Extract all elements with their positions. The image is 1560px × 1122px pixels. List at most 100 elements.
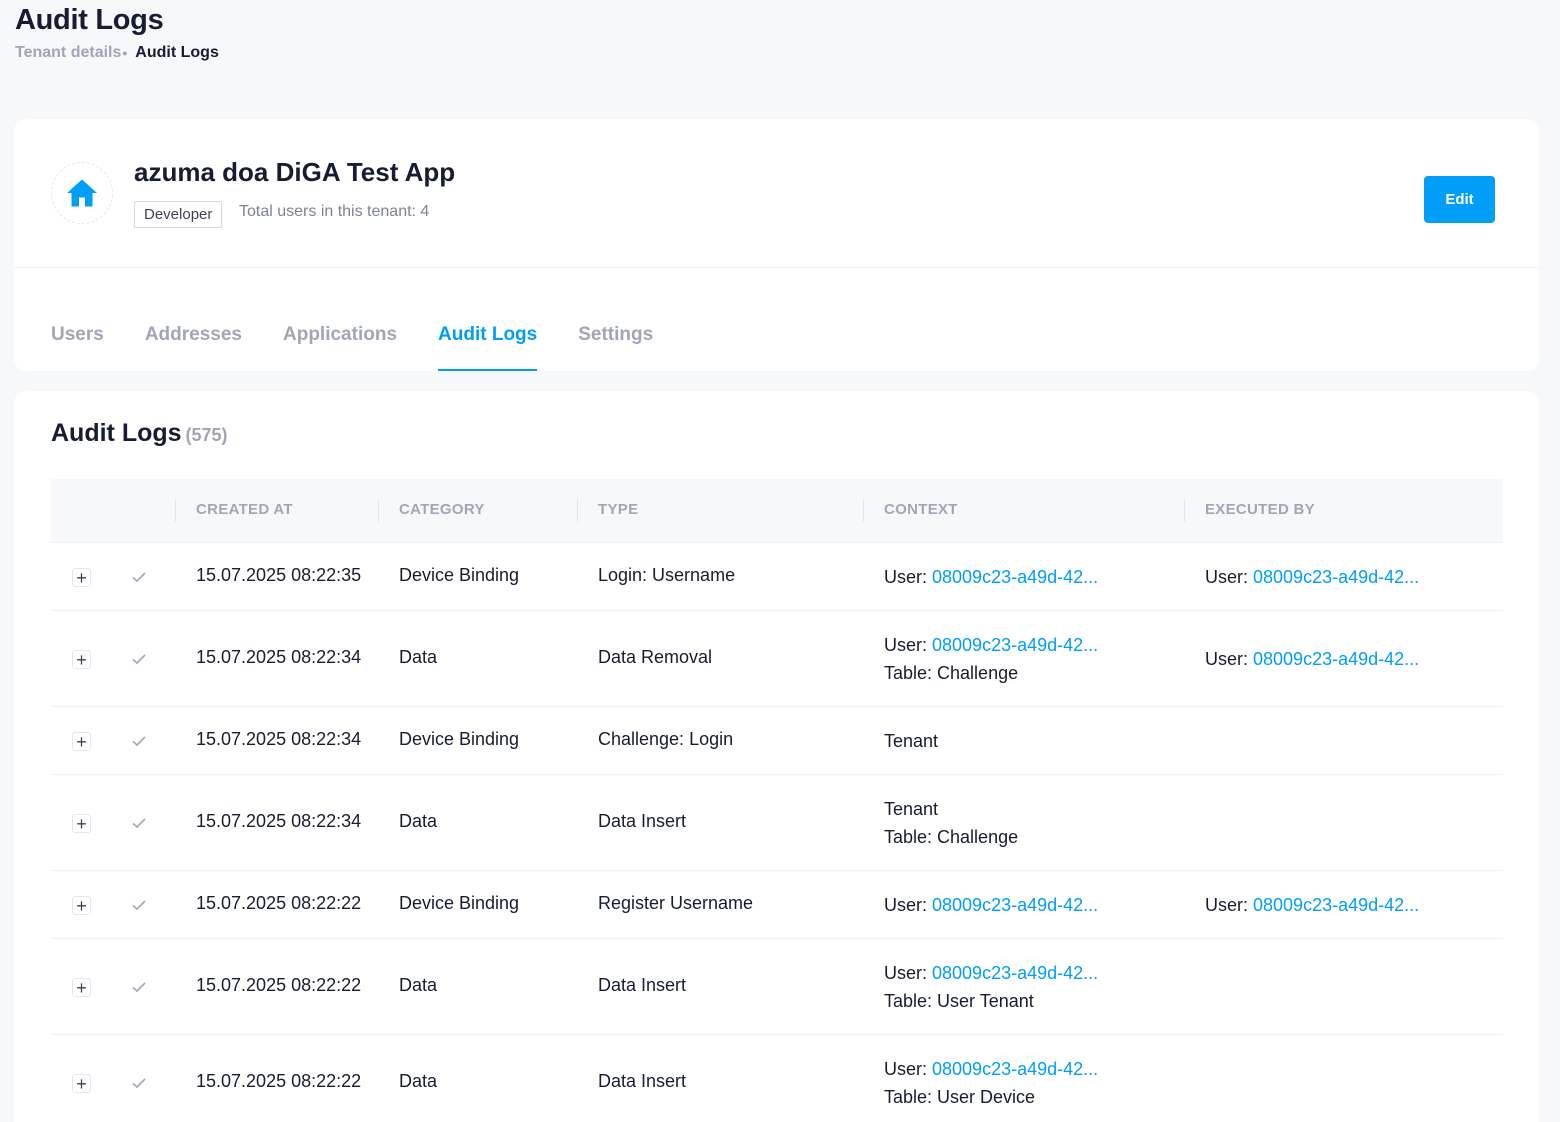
- cell-created-at: 15.07.2025 08:22:34: [196, 729, 362, 749]
- executed-by-label: User:: [1205, 567, 1254, 587]
- cell-category: Device Binding: [399, 893, 520, 913]
- tenant-card: azuma doa DiGA Test App Developer Total …: [14, 119, 1539, 371]
- context-primary: User: 08009c23-a49d-42...: [884, 959, 1098, 987]
- cell-category: Data: [399, 647, 438, 667]
- cell-category: Data: [399, 811, 438, 831]
- context-user-label: User:: [884, 895, 933, 915]
- cell-executed-by: User: 08009c23-a49d-42...: [1205, 891, 1419, 919]
- expand-row-button[interactable]: +: [72, 896, 91, 915]
- cell-type: Challenge: Login: [598, 729, 734, 749]
- check-icon: [131, 569, 147, 585]
- table-row: +15.07.2025 08:22:34 Device Binding Challe…: [51, 707, 1503, 775]
- cell-context: User: 08009c23-a49d-42... Table: User Dev…: [884, 1055, 1098, 1111]
- table-row: +15.07.2025 08:22:35 Device Binding Login:…: [51, 543, 1503, 611]
- context-primary: Tenant: [884, 731, 939, 751]
- breadcrumb-separator: •: [122, 45, 128, 61]
- cell-type: Data Removal: [598, 647, 713, 667]
- tab-users[interactable]: Users: [51, 314, 104, 371]
- context-user-link[interactable]: 08009c23-a49d-42...: [932, 1059, 1098, 1079]
- context-primary: User: 08009c23-a49d-42...: [884, 891, 1098, 919]
- home-icon: [67, 179, 97, 207]
- cell-context: User: 08009c23-a49d-42...: [884, 891, 1098, 919]
- context-user-link[interactable]: 08009c23-a49d-42...: [932, 963, 1098, 983]
- audit-logs-card: Audit Logs (575) CREATED AT CATEGORY TYPE…: [14, 391, 1539, 1122]
- check-icon: [131, 733, 147, 749]
- breadcrumb-tenant-details[interactable]: Tenant details: [15, 44, 121, 62]
- cell-category: Data: [399, 975, 438, 995]
- cell-type: Register Username: [598, 893, 754, 913]
- context-user-link[interactable]: 08009c23-a49d-42...: [932, 895, 1098, 915]
- cell-context: User: 08009c23-a49d-42... Table: User Ten…: [884, 959, 1098, 1015]
- tab-applications[interactable]: Applications: [283, 314, 397, 371]
- expand-row-button[interactable]: +: [72, 978, 91, 997]
- breadcrumb-current: Audit Logs: [135, 44, 219, 61]
- executed-by-user: User: 08009c23-a49d-42...: [1205, 891, 1419, 919]
- tenant-name: azuma doa DiGA Test App: [134, 157, 456, 187]
- context-user-label: User:: [884, 567, 933, 587]
- column-executed-by[interactable]: EXECUTED BY: [1205, 501, 1315, 518]
- tab-addresses[interactable]: Addresses: [145, 314, 242, 371]
- expand-row-button[interactable]: +: [72, 568, 91, 587]
- column-category[interactable]: CATEGORY: [399, 501, 485, 518]
- check-icon: [131, 979, 147, 995]
- page-title: Audit Logs: [15, 4, 164, 36]
- cell-created-at: 15.07.2025 08:22:35: [196, 565, 362, 585]
- breadcrumb: Tenant details • Audit Logs: [15, 44, 219, 62]
- column-created-at[interactable]: CREATED AT: [196, 501, 293, 518]
- executed-by-link[interactable]: 08009c23-a49d-42...: [1253, 895, 1419, 915]
- table-row: +15.07.2025 08:22:22 Device Binding Regist…: [51, 871, 1503, 939]
- cell-context: Tenant Table: Challenge: [884, 795, 1018, 851]
- column-type[interactable]: TYPE: [598, 501, 638, 518]
- cell-type: Login: Username: [598, 565, 736, 585]
- edit-button[interactable]: Edit: [1424, 176, 1495, 223]
- audit-logs-heading: Audit Logs: [51, 419, 182, 447]
- expand-row-button[interactable]: +: [72, 732, 91, 751]
- cell-context: Tenant: [884, 727, 938, 755]
- expand-row-button[interactable]: +: [72, 814, 91, 833]
- table-header: CREATED AT CATEGORY TYPE CONTEXT EXECUTE…: [51, 479, 1503, 543]
- column-context[interactable]: CONTEXT: [884, 501, 958, 518]
- executed-by-user: User: 08009c23-a49d-42...: [1205, 645, 1419, 673]
- tenant-users-count: Total users in this tenant: 4: [239, 203, 430, 220]
- divider: [14, 267, 1539, 268]
- context-user-label: User:: [884, 635, 933, 655]
- context-user-label: User:: [884, 1059, 933, 1079]
- context-primary: User: 08009c23-a49d-42...: [884, 563, 1098, 591]
- check-icon: [131, 815, 147, 831]
- executed-by-link[interactable]: 08009c23-a49d-42...: [1253, 649, 1419, 669]
- expand-row-button[interactable]: +: [72, 650, 91, 669]
- cell-context: User: 08009c23-a49d-42...: [884, 563, 1098, 591]
- table-body: +15.07.2025 08:22:35 Device Binding Login:…: [51, 543, 1503, 1122]
- table-row: +15.07.2025 08:22:34 Data Data Removal User…: [51, 611, 1503, 707]
- cell-created-at: 15.07.2025 08:22:34: [196, 647, 362, 667]
- column-separator: [175, 499, 176, 522]
- table-row: +15.07.2025 08:22:22 Data Data Insert User:…: [51, 939, 1503, 1035]
- executed-by-label: User:: [1205, 895, 1254, 915]
- tenant-tabs: Users Addresses Applications Audit Logs …: [51, 314, 694, 371]
- cell-type: Data Insert: [598, 1071, 687, 1091]
- table-row: +15.07.2025 08:22:22 Data Data Insert User:…: [51, 1035, 1503, 1122]
- cell-executed-by: User: 08009c23-a49d-42...: [1205, 645, 1419, 673]
- check-icon: [131, 1075, 147, 1091]
- audit-logs-table: CREATED AT CATEGORY TYPE CONTEXT EXECUTE…: [51, 479, 1503, 1122]
- expand-row-button[interactable]: +: [72, 1074, 91, 1093]
- audit-logs-title: Audit Logs (575): [51, 419, 228, 448]
- context-table: Table: User Tenant: [884, 991, 1034, 1011]
- column-separator: [1184, 499, 1185, 522]
- context-table: Table: User Device: [884, 1087, 1036, 1107]
- role-badge: Developer: [134, 201, 223, 228]
- check-icon: [131, 897, 147, 913]
- page: Audit Logs Tenant details • Audit Logs a…: [0, 0, 1560, 1122]
- context-user-link[interactable]: 08009c23-a49d-42...: [932, 635, 1098, 655]
- context-primary: Tenant: [884, 799, 939, 819]
- cell-type: Data Insert: [598, 975, 687, 995]
- audit-logs-count: (575): [185, 425, 228, 445]
- cell-created-at: 15.07.2025 08:22:34: [196, 811, 362, 831]
- context-primary: User: 08009c23-a49d-42...: [884, 1055, 1098, 1083]
- context-user-link[interactable]: 08009c23-a49d-42...: [932, 567, 1098, 587]
- tab-settings[interactable]: Settings: [578, 314, 653, 371]
- cell-category: Device Binding: [399, 729, 520, 749]
- tab-audit-logs[interactable]: Audit Logs: [438, 314, 538, 371]
- column-separator: [577, 499, 578, 522]
- executed-by-link[interactable]: 08009c23-a49d-42...: [1253, 567, 1419, 587]
